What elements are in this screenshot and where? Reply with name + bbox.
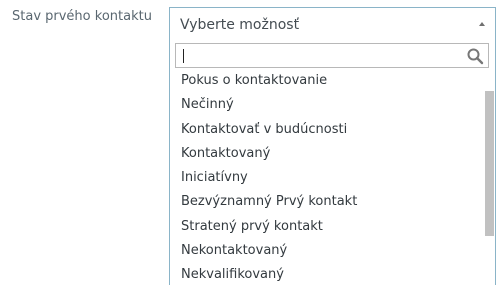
caret-up-icon[interactable] (479, 22, 485, 26)
option-item[interactable]: Kontaktovaný (170, 142, 482, 166)
option-list: Pokus o kontaktovanie Nečinný Kontaktova… (170, 69, 482, 285)
search-icon[interactable] (466, 47, 484, 65)
scrollbar-thumb[interactable] (485, 91, 494, 236)
scrollbar[interactable] (482, 69, 495, 285)
option-item[interactable]: Bezvýznamný Prvý kontakt (170, 190, 482, 214)
select-value: Vyberte možnosť (180, 17, 300, 33)
option-item[interactable]: Kontaktovať v budúcnosti (170, 118, 482, 142)
select-box[interactable]: Vyberte možnosť (169, 7, 496, 40)
search-input[interactable] (176, 44, 474, 67)
option-item[interactable]: Iniciatívny (170, 166, 482, 190)
dropdown-panel: Pokus o kontaktovanie Nečinný Kontaktova… (169, 40, 496, 285)
search-box[interactable] (175, 43, 489, 68)
option-item[interactable]: Nekontaktovaný (170, 239, 482, 263)
field-label: Stav prvého kontaktu (12, 9, 152, 24)
option-item[interactable]: Stratený prvý kontakt (170, 215, 482, 239)
option-item[interactable]: Nekvalifikovaný (170, 263, 482, 285)
option-item[interactable]: Nečinný (170, 93, 482, 117)
option-item[interactable]: Pokus o kontaktovanie (170, 69, 482, 93)
text-cursor (183, 49, 184, 63)
